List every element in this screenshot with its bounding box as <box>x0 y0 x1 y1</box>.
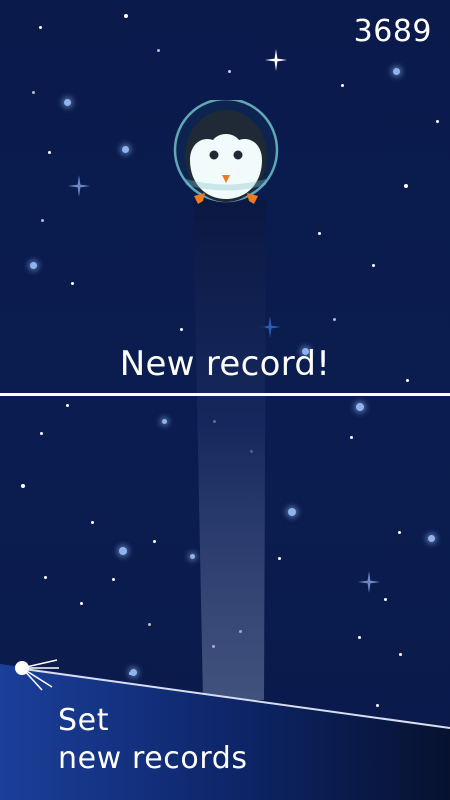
promo-banner <box>0 664 450 800</box>
sputnik-satellite-icon <box>15 659 59 691</box>
promo-line-1: Set <box>58 703 110 738</box>
game-screen[interactable]: 3689 New record! Set new records <box>0 0 450 800</box>
promo-caption: Set new records <box>58 702 248 778</box>
promo-line-2: new records <box>58 741 248 776</box>
